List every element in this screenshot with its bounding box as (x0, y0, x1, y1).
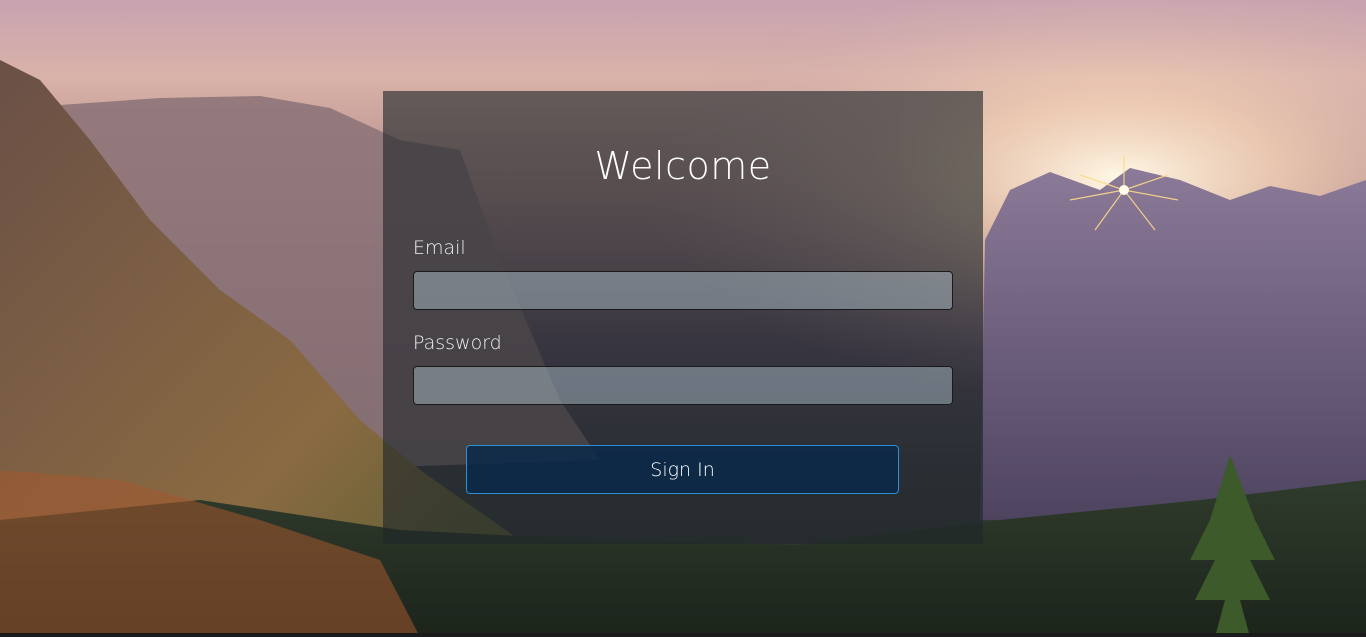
password-field[interactable] (413, 366, 953, 405)
email-label: Email (413, 237, 466, 259)
email-field[interactable] (413, 271, 953, 310)
sign-in-button[interactable]: Sign In (466, 445, 899, 494)
bottom-edge-bar (0, 633, 1366, 637)
page-title: Welcome (594, 144, 772, 188)
password-label: Password (413, 332, 502, 354)
